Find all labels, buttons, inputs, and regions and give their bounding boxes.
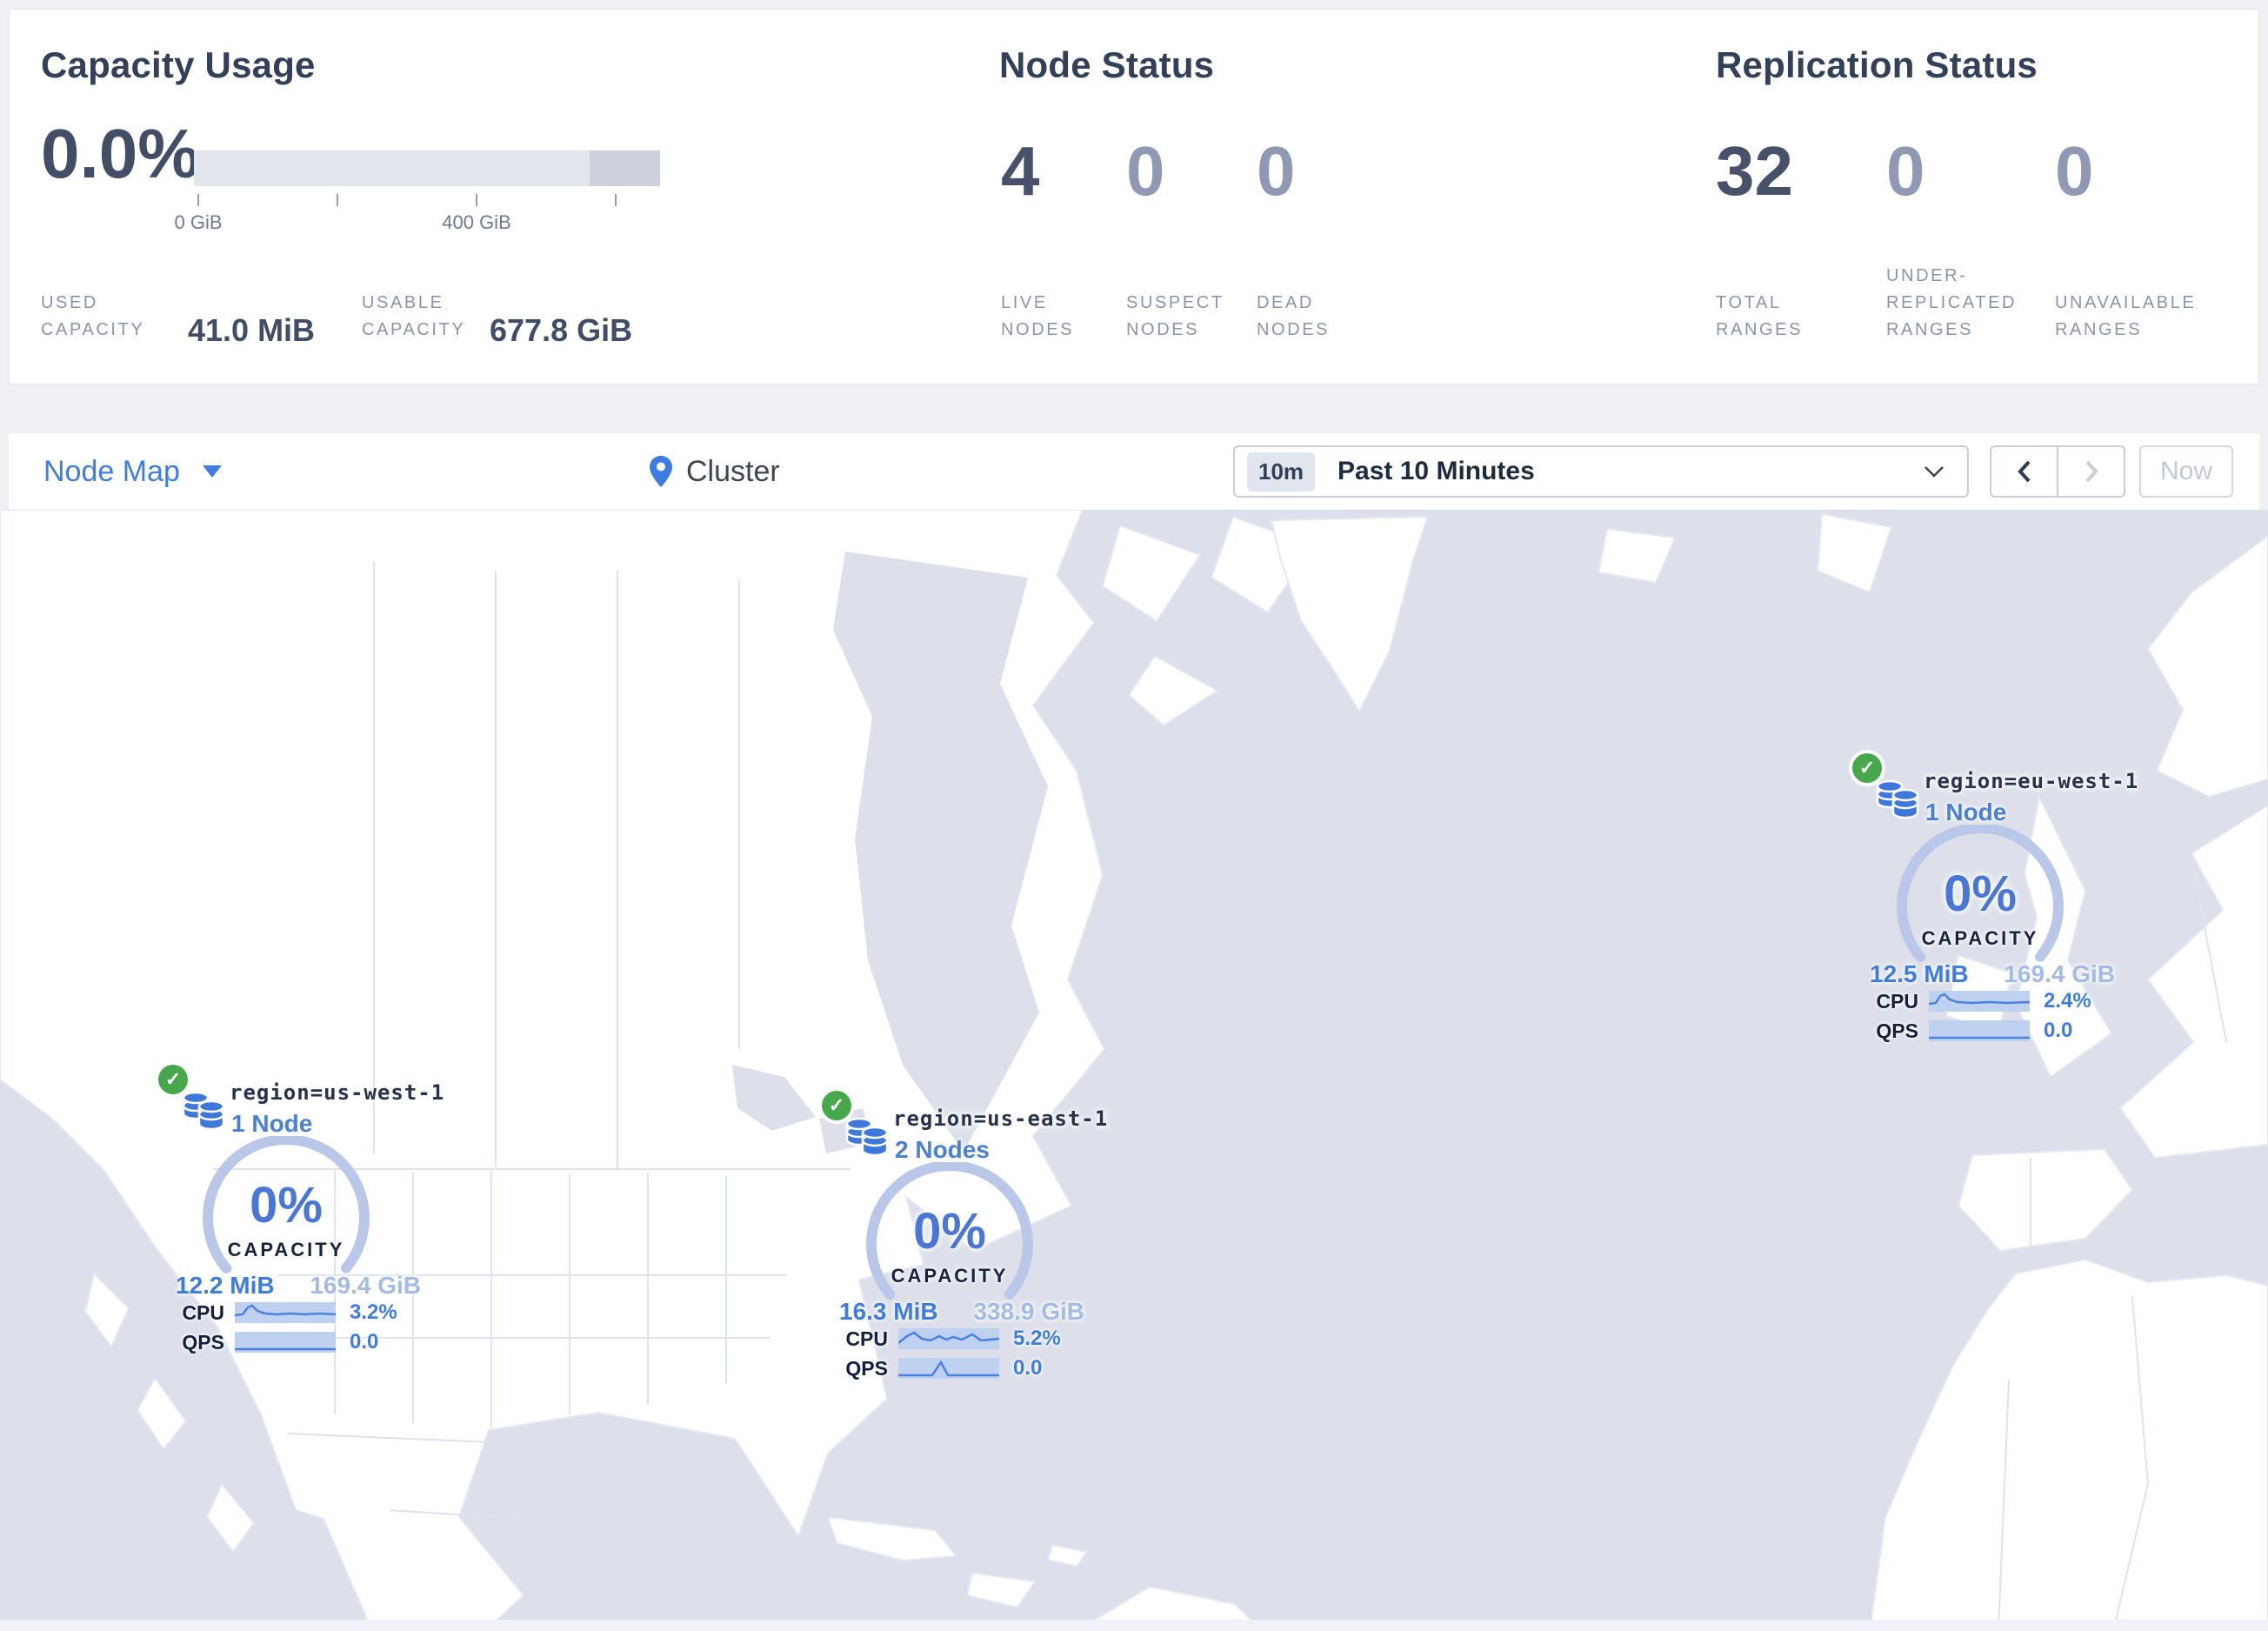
total-ranges-label: TOTAL RANGES	[1716, 293, 1804, 339]
locality-marker-us-west-1[interactable]: region=us-west-1 1 Node 0% CAPACITY 12.2…	[158, 1065, 444, 1365]
cpu-label: CPU	[845, 1327, 888, 1350]
locality-node-count: 1 Node	[231, 1110, 313, 1137]
qps-value: 0.0	[2044, 1019, 2073, 1042]
capacity-usage-bar	[194, 150, 660, 186]
suspect-nodes-label: SUSPECT NODES	[1126, 293, 1224, 339]
unavailable-ranges-label: UNAVAILABLE RANGES	[2055, 293, 2197, 339]
time-range-badge: 10m	[1247, 451, 1316, 491]
database-stack-icon	[182, 1091, 225, 1131]
axis-tick	[476, 194, 477, 206]
database-stack-icon	[845, 1117, 889, 1157]
cpu-value: 5.2%	[1013, 1327, 1061, 1350]
cpu-value: 3.2%	[350, 1300, 397, 1324]
live-nodes-label: LIVE NODES	[1001, 293, 1075, 339]
replication-status-title: Replication Status	[1716, 44, 2038, 85]
cpu-label: CPU	[1876, 989, 1918, 1013]
unavailable-ranges-count: 0	[2055, 132, 2094, 210]
locality-region-label: region=us-east-1	[893, 1106, 1109, 1131]
axis-tick	[197, 194, 199, 206]
locality-node-count: 1 Node	[1925, 799, 2007, 826]
map-toolbar: Node Map Cluster 10m Past 10 Minutes Now	[9, 433, 2259, 511]
usable-capacity-value: 677.8 GiB	[490, 312, 633, 348]
usable-capacity-label: USABLE CAPACITY	[362, 293, 466, 339]
map-edge	[0, 1620, 2268, 1631]
next-time-button[interactable]	[2057, 447, 2124, 496]
locality-region-label: region=us-west-1	[230, 1080, 445, 1105]
cpu-value: 2.4%	[2044, 989, 2091, 1013]
locality-region-label: region=eu-west-1	[1924, 769, 2139, 793]
cpu-label: CPU	[182, 1300, 224, 1324]
total-ranges-count: 32	[1716, 132, 1793, 210]
qps-sparkline	[898, 1358, 999, 1379]
capacity-label: CAPACITY	[227, 1239, 345, 1260]
suspect-nodes-count: 0	[1126, 132, 1165, 210]
locality-node-count: 2 Nodes	[895, 1136, 990, 1163]
qps-label: QPS	[182, 1330, 224, 1354]
chevron-right-icon	[2085, 460, 2098, 483]
under-replicated-label: UNDER-REPLICATED RANGES	[1886, 266, 2018, 339]
cpu-sparkline	[898, 1328, 999, 1349]
dead-nodes-count: 0	[1257, 132, 1296, 210]
cpu-sparkline	[1929, 991, 2030, 1012]
node-status-title: Node Status	[999, 44, 1215, 85]
live-nodes-count: 4	[1001, 132, 1040, 210]
qps-sparkline	[235, 1332, 336, 1353]
qps-label: QPS	[845, 1356, 888, 1380]
location-pin-icon	[650, 456, 672, 487]
total-capacity: 338.9 GiB	[973, 1298, 1084, 1325]
total-capacity: 169.4 GiB	[2004, 960, 2115, 987]
capacity-label: CAPACITY	[891, 1265, 1009, 1287]
under-replicated-count: 0	[1886, 132, 1925, 210]
view-selector-label: Node Map	[43, 454, 180, 488]
breadcrumb-label: Cluster	[686, 454, 780, 488]
prev-time-button[interactable]	[1991, 447, 2057, 496]
chevron-down-icon	[1924, 466, 1944, 478]
used-capacity: 12.5 MiB	[1870, 960, 1969, 987]
time-pager	[1990, 445, 2125, 498]
capacity-usage-title: Capacity Usage	[41, 44, 316, 85]
total-capacity: 169.4 GiB	[310, 1272, 421, 1299]
chevron-down-icon	[202, 465, 222, 478]
axis-tick	[615, 194, 617, 206]
used-capacity: 16.3 MiB	[839, 1298, 938, 1325]
capacity-percent: 0%	[1944, 866, 2017, 922]
cluster-overview-page: Capacity Usage 0.0% 0 GiB 400 GiB USED C…	[0, 0, 2268, 1631]
view-selector-dropdown[interactable]: Node Map	[43, 433, 222, 510]
qps-label: QPS	[1876, 1019, 1918, 1042]
qps-sparkline	[1929, 1020, 2030, 1041]
now-button[interactable]: Now	[2139, 445, 2233, 498]
capacity-bar-dark-segment	[590, 150, 660, 186]
cpu-sparkline	[235, 1302, 336, 1323]
capacity-percent: 0%	[913, 1203, 986, 1260]
breadcrumb[interactable]: Cluster	[648, 433, 780, 510]
time-range-value: Past 10 Minutes	[1337, 457, 1535, 485]
capacity-percent: 0.0%	[41, 115, 200, 192]
axis-tick	[337, 194, 338, 206]
used-capacity: 12.2 MiB	[176, 1272, 275, 1299]
capacity-label: CAPACITY	[1921, 927, 2039, 949]
used-capacity-value: 41.0 MiB	[188, 312, 316, 348]
dead-nodes-label: DEAD NODES	[1257, 293, 1331, 339]
axis-tick-label-400: 400 GiB	[442, 211, 511, 233]
used-capacity-label: USED CAPACITY	[41, 293, 145, 339]
qps-value: 0.0	[1013, 1356, 1043, 1380]
axis-tick-label-0: 0 GiB	[174, 211, 223, 233]
qps-value: 0.0	[350, 1330, 379, 1354]
time-range-select[interactable]: 10m Past 10 Minutes	[1233, 445, 1969, 498]
locality-marker-eu-west-1[interactable]: region=eu-west-1 1 Node 0% CAPACITY 12.5…	[1852, 753, 2138, 1053]
chevron-left-icon	[2017, 460, 2030, 483]
cluster-summary-panel: Capacity Usage 0.0% 0 GiB 400 GiB USED C…	[9, 9, 2259, 384]
database-stack-icon	[1876, 779, 1919, 819]
capacity-percent: 0%	[250, 1177, 323, 1233]
locality-marker-us-east-1[interactable]: region=us-east-1 2 Nodes 0% CAPACITY 16.…	[822, 1091, 1107, 1391]
